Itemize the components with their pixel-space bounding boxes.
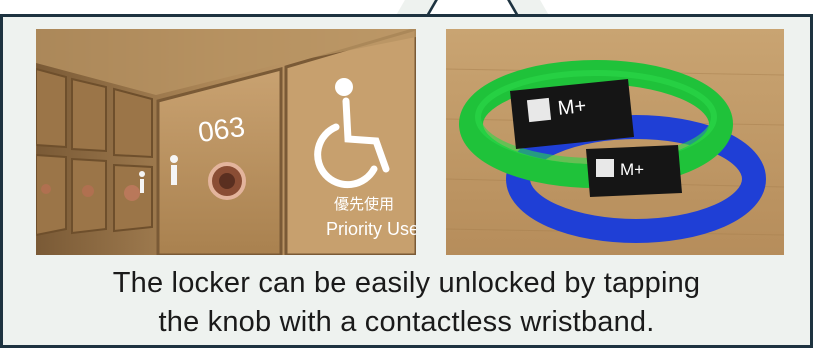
locker-photo: 063 優先使用 Priority Use [36, 29, 416, 255]
caption-line-1: The locker can be easily unlocked by tap… [112, 267, 701, 299]
info-card: 063 優先使用 Priority Use M+ M+ The locker c… [0, 14, 813, 348]
priority-label-en: Priority Use [326, 219, 416, 239]
caption: The locker can be easily unlocked by tap… [3, 264, 810, 342]
locker-number: 063 [196, 111, 247, 148]
priority-label-cjk: 優先使用 [334, 195, 394, 213]
svg-text:M+: M+ [620, 160, 644, 179]
wristband-tag-green: M+ [510, 79, 634, 149]
wheelchair-icon [335, 78, 353, 96]
wristband-photo: M+ M+ [446, 29, 784, 255]
wristband-tag-blue: M+ [586, 145, 682, 197]
caption-line-2: the knob with a contactless wristband. [158, 306, 655, 338]
svg-text:M+: M+ [557, 95, 587, 120]
